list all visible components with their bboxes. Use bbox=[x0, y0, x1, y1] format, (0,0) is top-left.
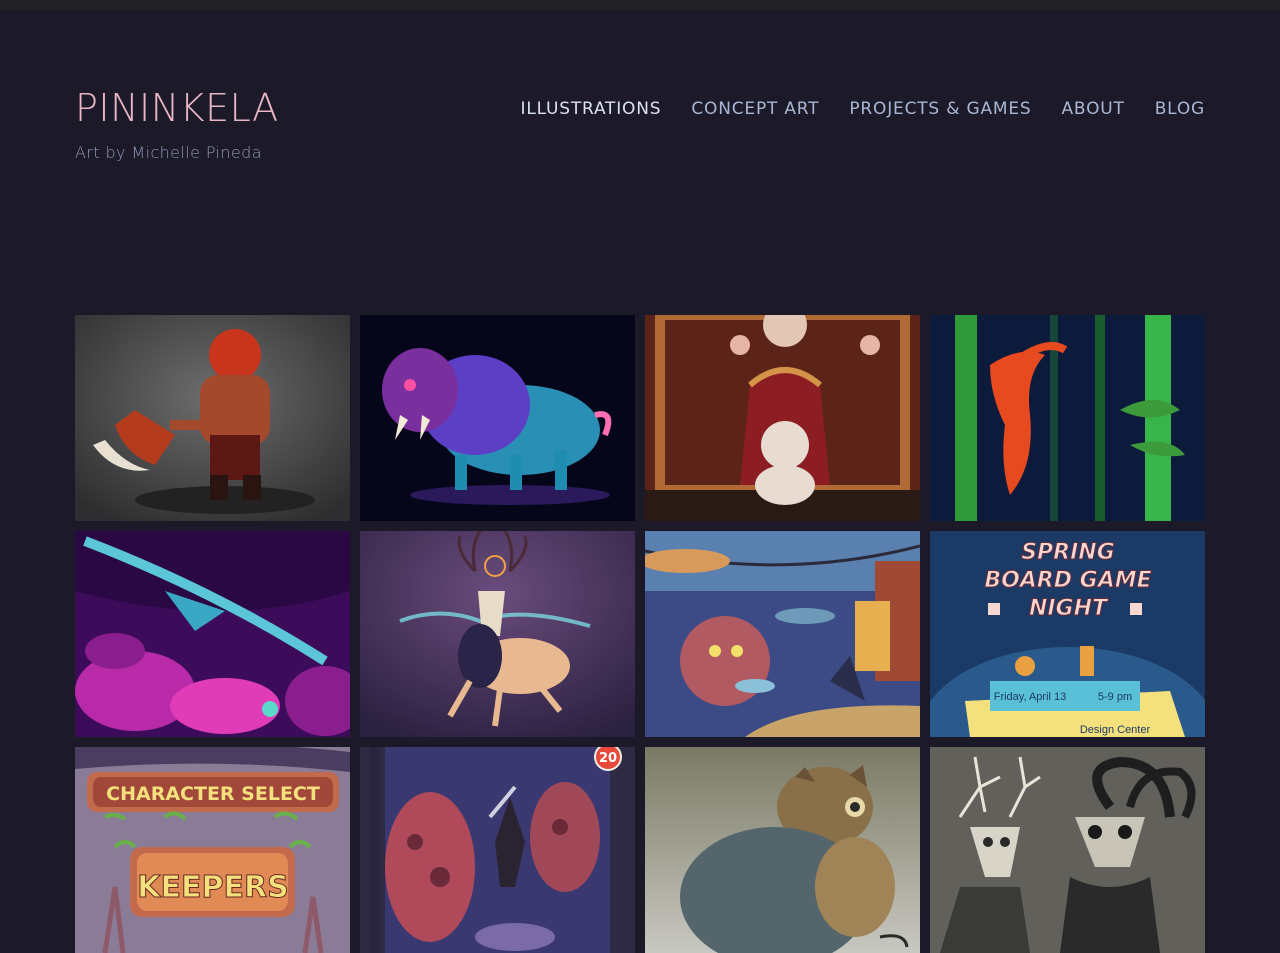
knight-creatures-card-artwork: 20 bbox=[360, 747, 635, 953]
nav-concept-art[interactable]: CONCEPT ART bbox=[691, 97, 819, 121]
gallery-item-board-game-night[interactable]: SPRING BOARD GAME NIGHT Friday, April 13… bbox=[930, 531, 1205, 737]
main-nav: ILLUSTRATIONS CONCEPT ART PROJECTS & GAM… bbox=[521, 97, 1206, 121]
site-tagline: Art by Michelle Pineda bbox=[75, 143, 262, 162]
spirit-stag-artwork bbox=[360, 531, 635, 737]
poster-title-line1: SPRING bbox=[1021, 540, 1115, 565]
gallery-item-bear-creature[interactable] bbox=[645, 747, 920, 953]
antlered-goat-skull-artwork bbox=[930, 747, 1205, 953]
top-bar bbox=[0, 0, 1280, 10]
site-title[interactable]: PININKELA bbox=[75, 86, 279, 130]
gallery-item-poodle-throne[interactable] bbox=[645, 315, 920, 521]
gallery-item-character-select[interactable]: CHARACTER SELECT KEEPERS bbox=[75, 747, 350, 953]
nav-illustrations[interactable]: ILLUSTRATIONS bbox=[521, 97, 662, 121]
site-brand: PININKELA Art by Michelle Pineda bbox=[75, 86, 279, 162]
nav-about[interactable]: ABOUT bbox=[1062, 97, 1125, 121]
nav-projects-games[interactable]: PROJECTS & GAMES bbox=[849, 97, 1031, 121]
warrior-axe-artwork bbox=[75, 315, 350, 521]
character-select-title: CHARACTER SELECT bbox=[106, 783, 320, 805]
gallery-item-mushroom-forest[interactable] bbox=[645, 531, 920, 737]
neon-bird-leaves-artwork bbox=[75, 531, 350, 737]
nav-blog[interactable]: BLOG bbox=[1155, 97, 1205, 121]
poster-title-line3: NIGHT bbox=[1029, 596, 1109, 621]
gallery-item-neon-boar[interactable] bbox=[360, 315, 635, 521]
gallery-item-warrior[interactable] bbox=[75, 315, 350, 521]
bamboo-lizard-artwork bbox=[930, 315, 1205, 521]
illustration-gallery: SPRING BOARD GAME NIGHT Friday, April 13… bbox=[75, 315, 1205, 953]
poster-date: Friday, April 13 bbox=[994, 691, 1067, 703]
poster-title-line2: BOARD GAME bbox=[984, 568, 1151, 593]
neon-boar-artwork bbox=[360, 315, 635, 521]
card-badge-number: 20 bbox=[599, 751, 617, 766]
gallery-item-bamboo-lizard[interactable] bbox=[930, 315, 1205, 521]
gallery-item-knight-creatures[interactable]: 20 bbox=[360, 747, 635, 953]
poodle-throne-artwork bbox=[645, 315, 920, 521]
poster-time: 5-9 pm bbox=[1098, 691, 1132, 703]
gallery-item-neon-bird[interactable] bbox=[75, 531, 350, 737]
gallery-item-antlered-goat[interactable] bbox=[930, 747, 1205, 953]
bear-creature-artwork bbox=[645, 747, 920, 953]
gallery-item-spirit-stag[interactable] bbox=[360, 531, 635, 737]
mushroom-forest-creature-artwork bbox=[645, 531, 920, 737]
board-game-poster-artwork: SPRING BOARD GAME NIGHT Friday, April 13… bbox=[930, 531, 1205, 737]
poster-venue: Design Center bbox=[1080, 724, 1151, 736]
character-select-artwork: CHARACTER SELECT KEEPERS bbox=[75, 747, 350, 953]
